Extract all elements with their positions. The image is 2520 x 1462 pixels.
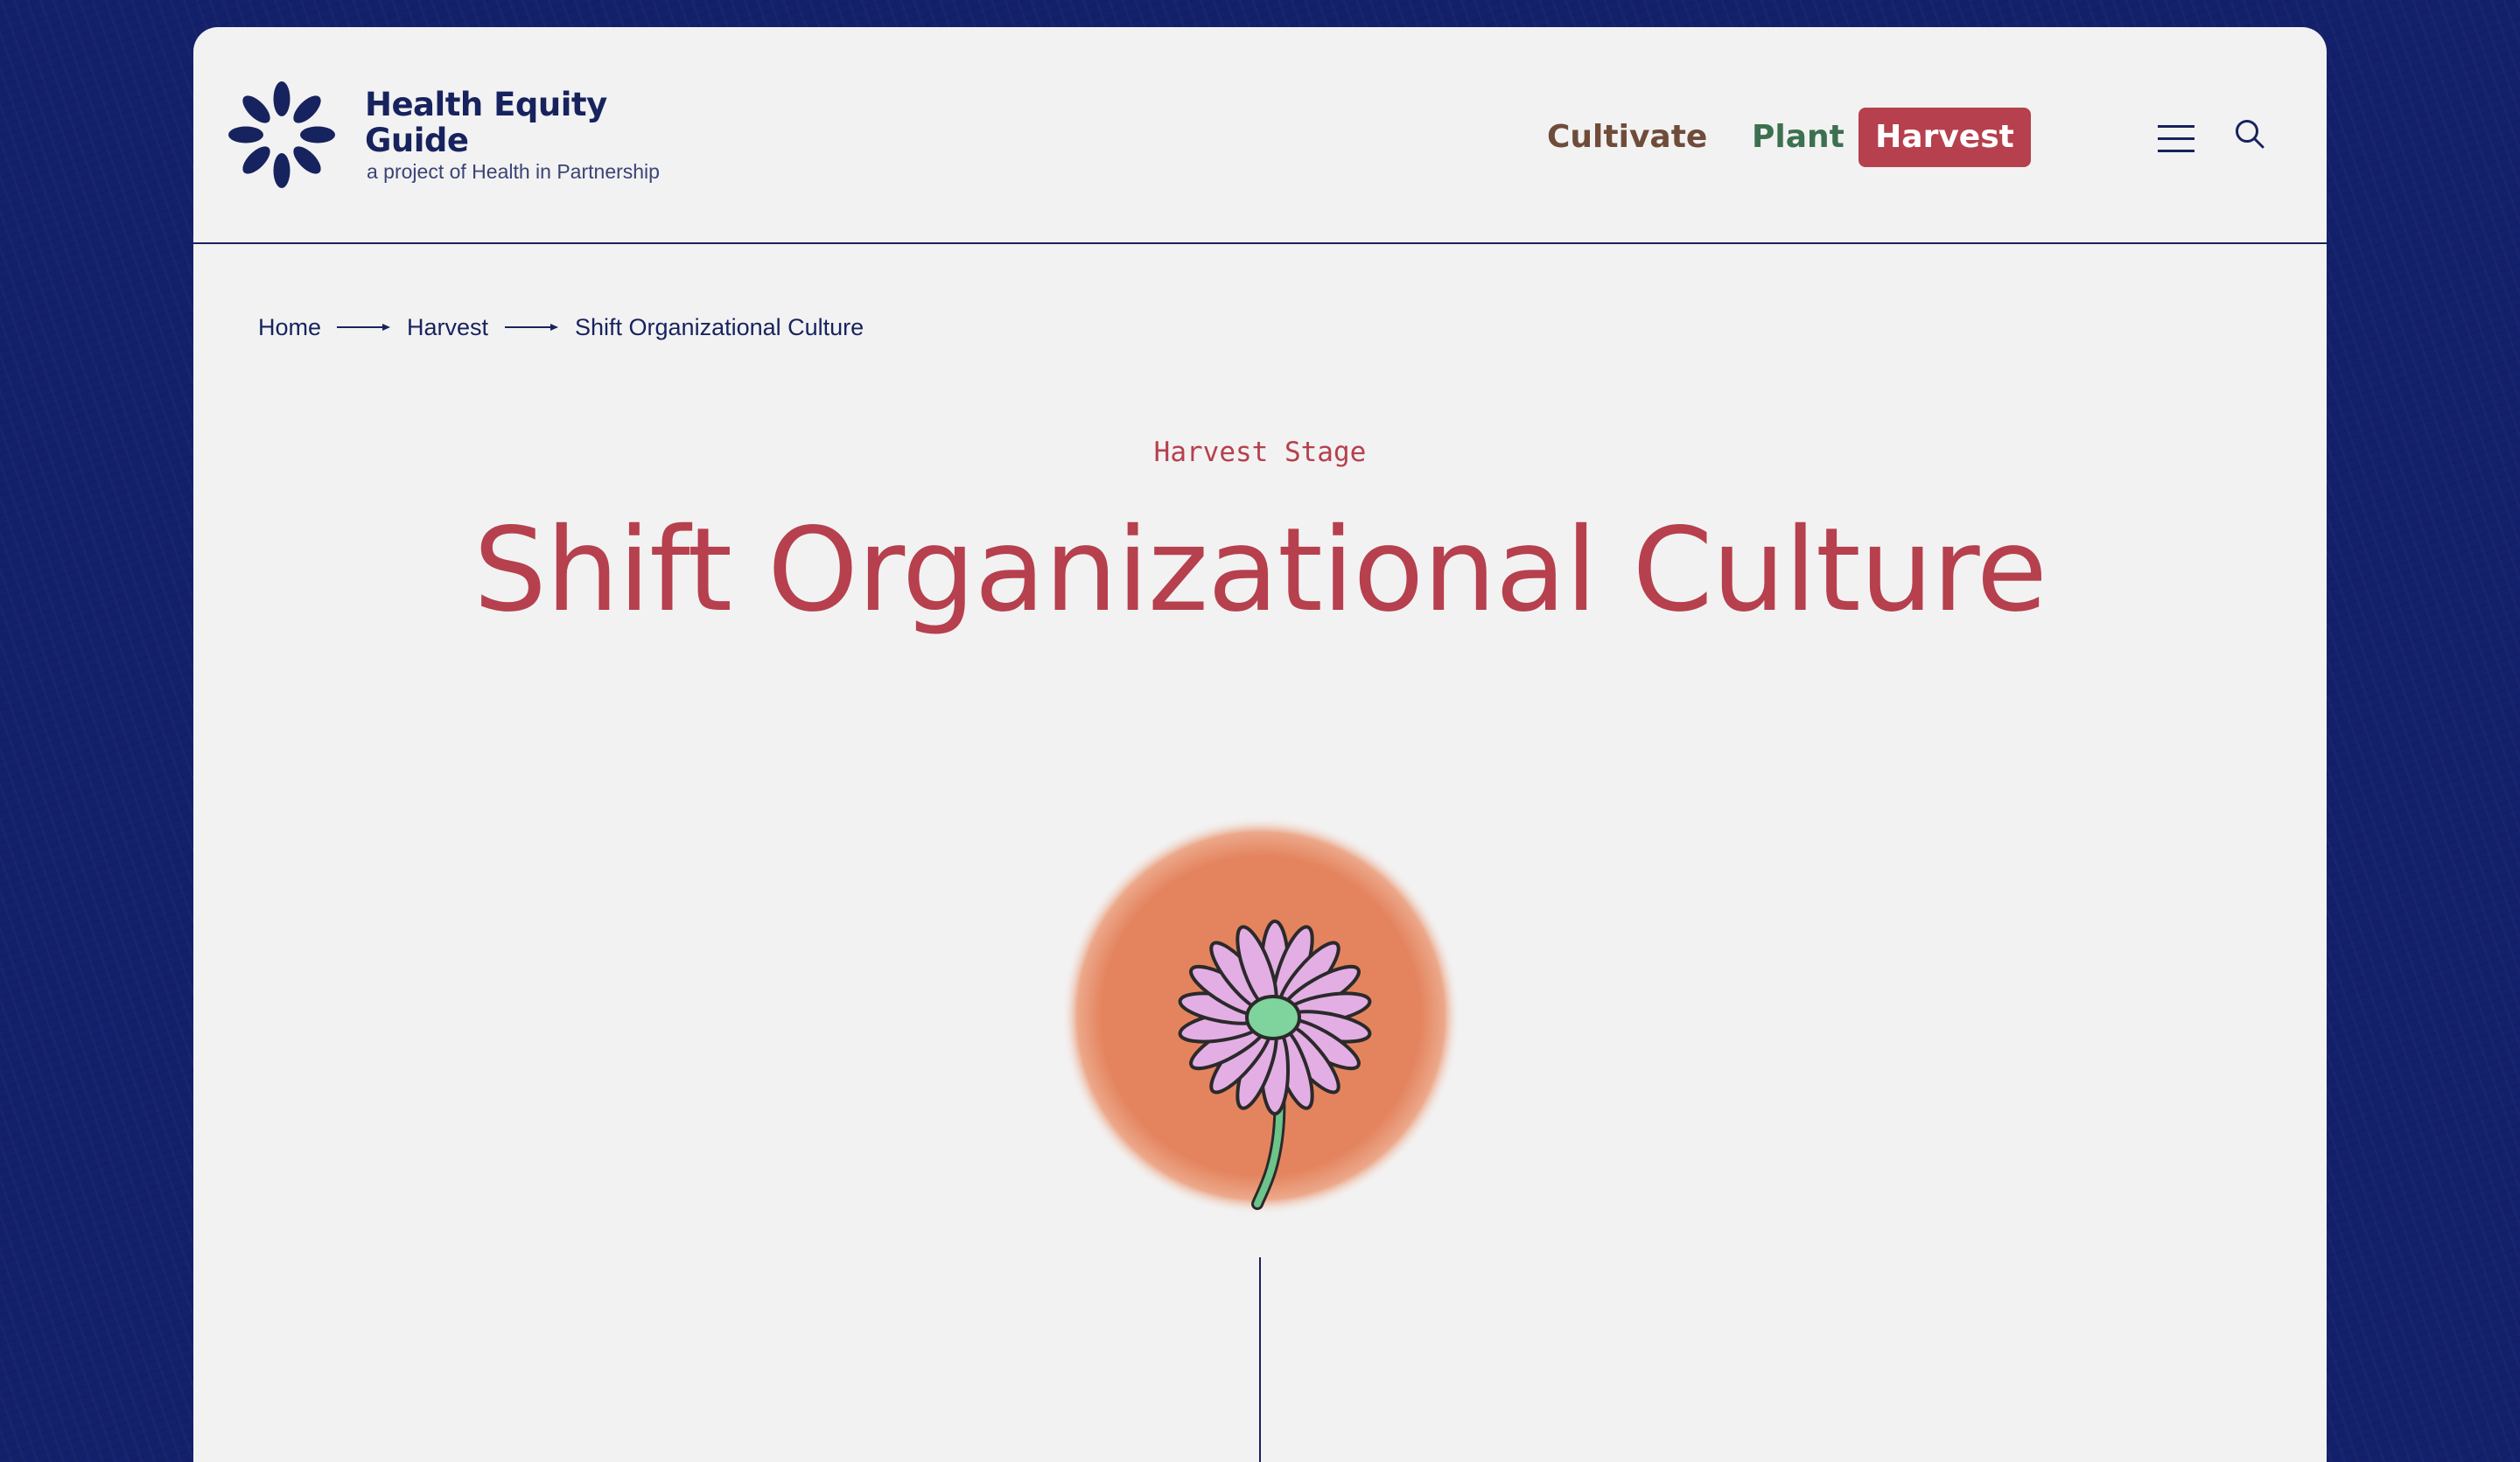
arrow-right-icon — [505, 324, 558, 331]
page-card: Health Equity Guide a project of Health … — [193, 27, 2327, 1462]
page-title: Shift Organizational Culture — [473, 503, 2048, 638]
nav-plant-link[interactable]: Plant — [1752, 108, 1844, 167]
logo-subtitle: a project of Health in Partnership — [367, 160, 660, 183]
hamburger-menu-icon[interactable] — [2158, 123, 2196, 153]
logo-title: Health Equity Guide — [365, 86, 607, 159]
arrow-right-icon — [337, 324, 390, 331]
search-icon[interactable] — [2232, 116, 2269, 153]
section-divider-line — [1259, 1257, 1261, 1462]
stage-eyebrow: Harvest Stage — [1153, 437, 1367, 468]
breadcrumb-current: Shift Organizational Culture — [575, 314, 864, 340]
nav-cultivate-link[interactable]: Cultivate — [1547, 108, 1707, 167]
site-logo-link[interactable]: Health Equity Guide a project of Health … — [228, 81, 692, 195]
breadcrumb-harvest-link[interactable]: Harvest — [407, 310, 488, 345]
breadcrumb-home-link[interactable]: Home — [258, 310, 321, 345]
site-header: Health Equity Guide a project of Health … — [193, 27, 2327, 244]
daisy-flower-illustration — [1061, 816, 1460, 1215]
nav-harvest-link[interactable]: Harvest — [1858, 108, 2031, 167]
flower-petals-logo-icon — [228, 81, 335, 188]
